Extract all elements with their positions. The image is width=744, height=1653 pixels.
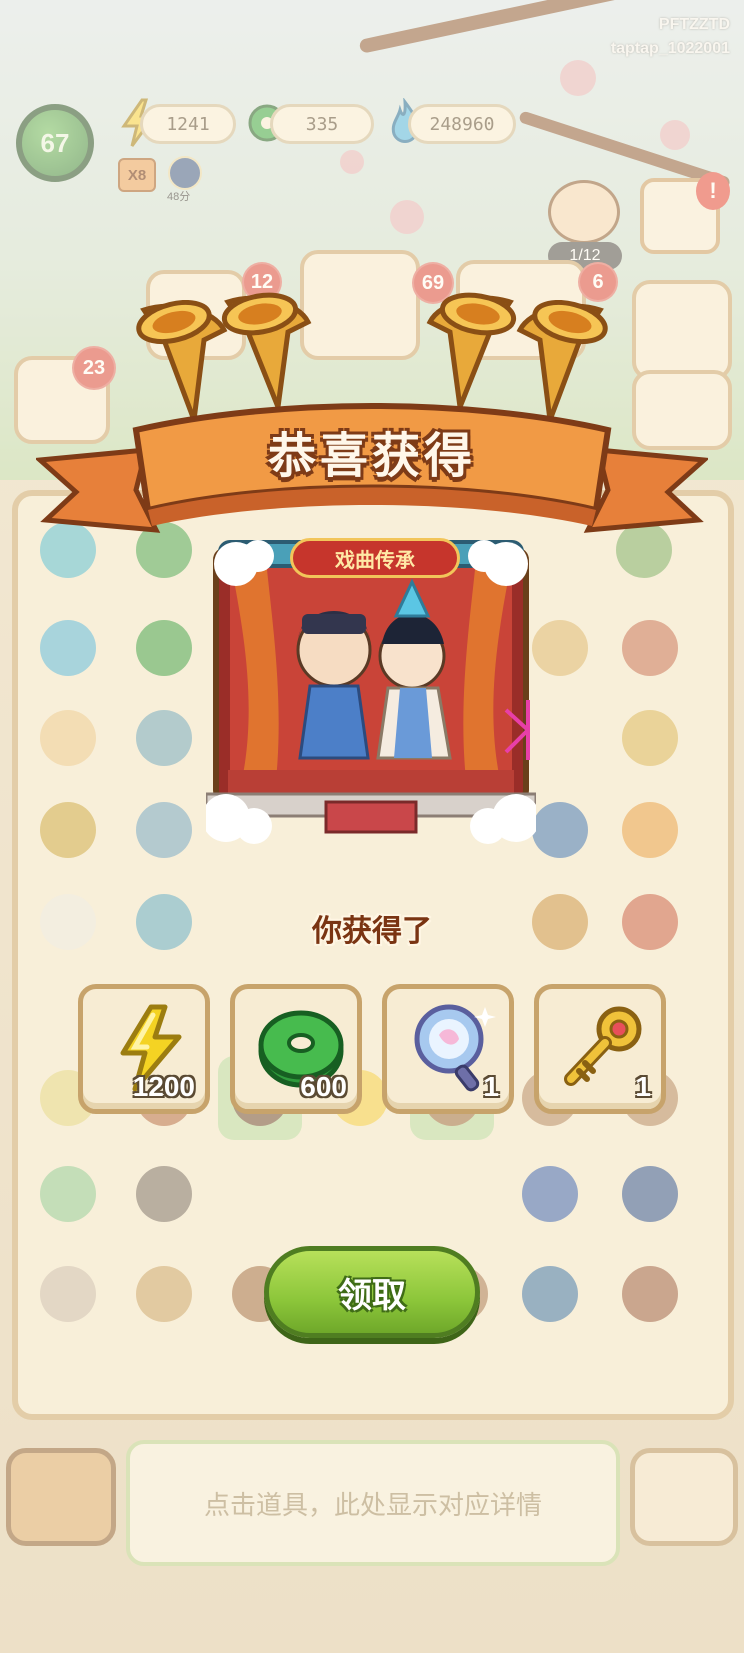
claim-button[interactable]: 领取 bbox=[264, 1246, 480, 1338]
received-label: 你获得了 bbox=[312, 914, 432, 949]
reward-card-jade[interactable]: 600 bbox=[230, 984, 362, 1114]
reward-card-key[interactable]: 1 bbox=[534, 984, 666, 1114]
reward-qty: 600 bbox=[300, 1071, 347, 1102]
reward-card-mirror[interactable]: 1 bbox=[382, 984, 514, 1114]
reward-qty: 1 bbox=[635, 1071, 651, 1102]
modal-title: 恭喜获得 bbox=[267, 428, 476, 484]
reward-qty: 1 bbox=[483, 1071, 499, 1102]
trumpet-icon bbox=[221, 292, 312, 412]
reward-qty: 1200 bbox=[132, 1071, 195, 1102]
card-name-plaque: 戏曲传承 bbox=[290, 538, 460, 578]
reward-card-energy[interactable]: 1200 bbox=[78, 984, 210, 1114]
